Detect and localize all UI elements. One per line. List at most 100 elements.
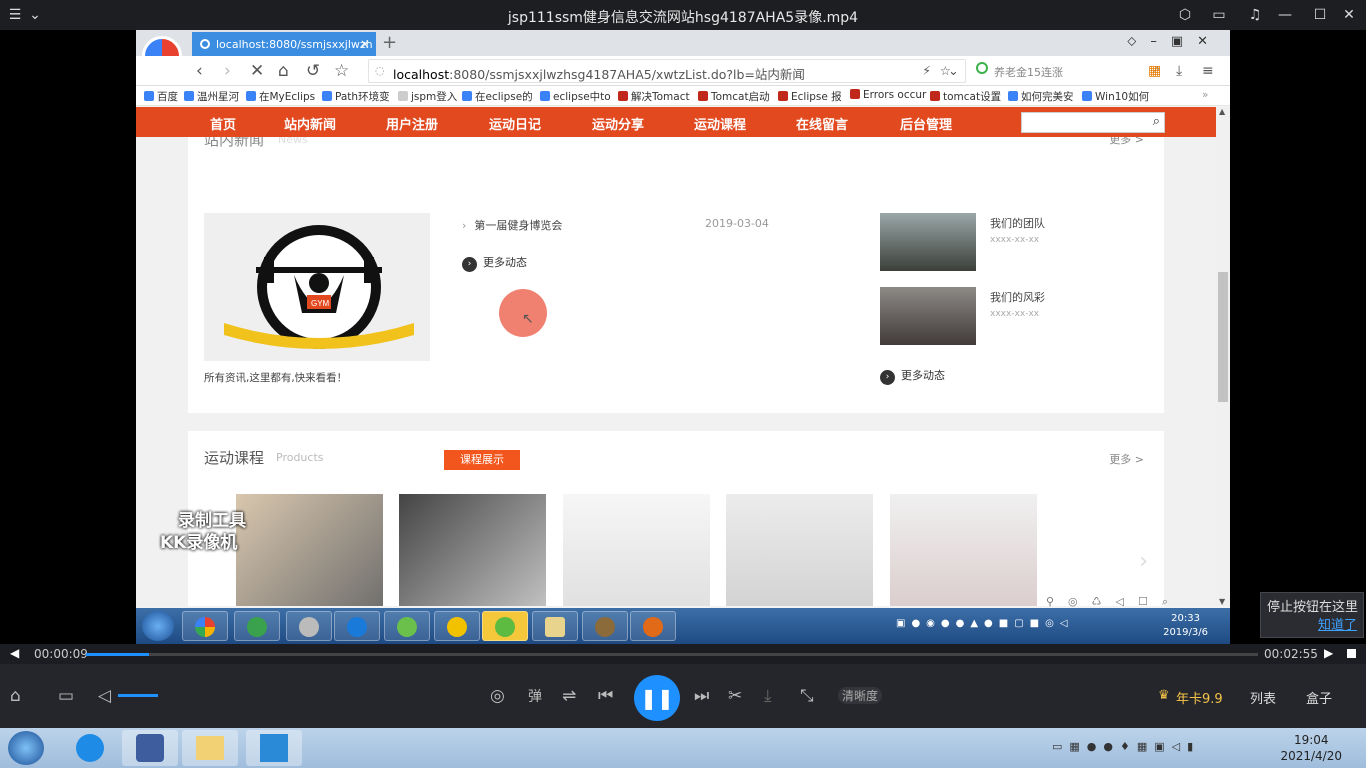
start-icon[interactable] <box>8 731 44 765</box>
team-title[interactable]: 我们的团队 <box>990 215 1045 231</box>
playlist-button[interactable]: 列表 <box>1250 688 1276 707</box>
course-image[interactable] <box>890 494 1037 606</box>
taskbar-app[interactable] <box>182 730 238 766</box>
browser-tab[interactable]: localhost:8080/ssmjsxxjlwzh × <box>192 32 376 56</box>
bookmark-item[interactable]: 在eclipse的 <box>462 89 533 104</box>
message-icon[interactable]: ▭ <box>1210 6 1228 24</box>
taskbar-app[interactable] <box>286 611 332 641</box>
taskbar-app[interactable] <box>434 611 480 641</box>
stop-icon[interactable]: ✕ <box>250 61 264 81</box>
minimize-icon[interactable]: — <box>1276 6 1294 24</box>
taskbar-app[interactable] <box>482 611 528 641</box>
right-more-button[interactable]: › 更多动态 <box>880 367 945 385</box>
volume-icon[interactable]: ◁ <box>98 686 111 706</box>
search-icon[interactable]: ⌕ <box>1153 114 1160 129</box>
more-bookmarks-icon[interactable]: » <box>1202 89 1208 101</box>
bookmark-item[interactable]: Errors occur <box>850 89 926 101</box>
home-icon[interactable]: ⌂ <box>278 61 289 81</box>
browser-status-icons[interactable]: ⚲◎♺◁☐⌕ <box>1046 595 1182 609</box>
scroll-down-icon[interactable]: ▼ <box>1219 597 1225 606</box>
apps-icon[interactable]: ▦ <box>1148 63 1161 79</box>
bookmark-item[interactable]: 如何完美安 <box>1008 89 1074 104</box>
star-icon[interactable]: ☆ <box>334 61 349 81</box>
taskbar-app[interactable] <box>334 611 380 641</box>
forward-icon[interactable]: › <box>224 61 231 81</box>
prev-frame-icon[interactable]: ◀ <box>10 646 19 660</box>
bookmark-item[interactable]: 解决Tomact <box>618 89 690 104</box>
taskbar-app[interactable] <box>630 611 676 641</box>
taskbar-app[interactable] <box>384 611 430 641</box>
nav-share[interactable]: 运动分享 <box>592 114 644 133</box>
courses-more-link[interactable]: 更多 > <box>1109 451 1144 467</box>
dropdown-icon[interactable]: ⌄ <box>948 64 959 79</box>
volume-slider[interactable] <box>118 694 158 697</box>
start-icon[interactable] <box>142 611 174 641</box>
taskbar-app[interactable] <box>62 730 118 766</box>
style-photo[interactable] <box>880 287 976 345</box>
nav-diary[interactable]: 运动日记 <box>489 114 541 133</box>
vip-button[interactable]: 年卡9.9 <box>1176 688 1223 707</box>
cube-icon[interactable]: ⬡ <box>1176 6 1194 24</box>
settings-icon[interactable]: ⇌ <box>562 686 576 706</box>
taskbar-app[interactable] <box>122 730 178 766</box>
maximize-icon[interactable]: ☐ <box>1311 6 1329 24</box>
close-icon[interactable]: ✕ <box>1340 6 1358 24</box>
pause-button[interactable]: ❚❚ <box>634 675 680 721</box>
quality-button[interactable]: 清晰度 <box>838 687 883 704</box>
nav-message[interactable]: 在线留言 <box>796 114 848 133</box>
tooltip-dismiss-link[interactable]: 知道了 <box>1267 617 1363 635</box>
browser-window-controls[interactable]: ⬦–▣✕ <box>1127 34 1222 49</box>
address-bar[interactable]: ◌ localhost:8080/ssmjsxxjlwzhsg4187AHA5/… <box>368 59 966 83</box>
nav-register[interactable]: 用户注册 <box>386 114 438 133</box>
bookmark-item[interactable]: Win10如何 <box>1082 89 1149 104</box>
team-photo[interactable] <box>880 213 976 271</box>
nav-home[interactable]: 首页 <box>210 114 236 133</box>
bookmark-item[interactable]: eclipse中to <box>540 89 611 104</box>
taskbar-app[interactable] <box>246 730 302 766</box>
tab-close-icon[interactable]: × <box>360 37 370 51</box>
bookmark-item[interactable]: Path环境变 <box>322 89 390 104</box>
carousel-next-icon[interactable]: › <box>1139 549 1148 574</box>
nav-news[interactable]: 站内新闻 <box>284 114 336 133</box>
cut-icon[interactable]: ✂ <box>728 686 742 706</box>
course-image[interactable] <box>399 494 546 606</box>
bookmark-item[interactable]: 在MyEclips <box>246 89 315 104</box>
site-search-input[interactable]: ⌕ <box>1021 112 1165 133</box>
lightning-icon[interactable]: ⚡ <box>922 63 931 78</box>
taskbar-app[interactable] <box>582 611 628 641</box>
eye-icon[interactable]: ◎ <box>490 686 505 706</box>
bookmark-item[interactable]: Tomcat启动 <box>698 89 770 104</box>
page-scrollbar[interactable]: ▲ ▼ <box>1216 107 1230 606</box>
progress-bar[interactable] <box>86 653 1258 656</box>
bookmark-item[interactable]: Eclipse 报 <box>778 89 842 104</box>
menu-icon[interactable]: ≡ <box>1202 63 1214 79</box>
scrollbar-thumb[interactable] <box>1218 272 1228 402</box>
news-list-item[interactable]: › 第一届健身博览会 <box>462 217 562 233</box>
stop-icon[interactable] <box>1347 649 1356 658</box>
download-icon[interactable]: ⤓ <box>764 686 772 706</box>
folder-icon[interactable]: ▭ <box>58 686 74 706</box>
bell-icon[interactable]: ♫ <box>1246 6 1264 24</box>
course-image[interactable] <box>563 494 710 606</box>
back-icon[interactable]: ‹ <box>196 61 203 81</box>
danmu-button[interactable]: 弹 <box>528 686 542 706</box>
fullscreen-icon[interactable]: ⤡ <box>800 686 814 706</box>
course-image[interactable] <box>236 494 383 606</box>
news-more-link[interactable]: 更多 > <box>1109 137 1144 147</box>
taskbar-app[interactable] <box>532 611 578 641</box>
bookmark-item[interactable]: 温州星河 <box>184 89 239 104</box>
box-button[interactable]: 盒子 <box>1306 688 1332 707</box>
scroll-up-icon[interactable]: ▲ <box>1219 107 1225 116</box>
course-image[interactable] <box>726 494 873 606</box>
bookmark-item[interactable]: 百度 <box>144 89 178 104</box>
next-icon[interactable]: ⏭ <box>694 686 709 706</box>
bookmark-item[interactable]: tomcat设置 <box>930 89 1001 104</box>
bookmark-item[interactable]: jspm登入 <box>398 89 457 104</box>
new-tab-icon[interactable]: + <box>382 32 397 53</box>
browser-search[interactable]: 养老金15连涨 ⌕ <box>972 59 1162 83</box>
undo-icon[interactable]: ↺ <box>306 61 320 81</box>
next-frame-icon[interactable]: ▶ <box>1324 646 1333 660</box>
taskbar-app[interactable] <box>182 611 228 641</box>
style-title[interactable]: 我们的风彩 <box>990 289 1045 305</box>
toolbox-icon[interactable]: ⌂ <box>10 686 21 706</box>
